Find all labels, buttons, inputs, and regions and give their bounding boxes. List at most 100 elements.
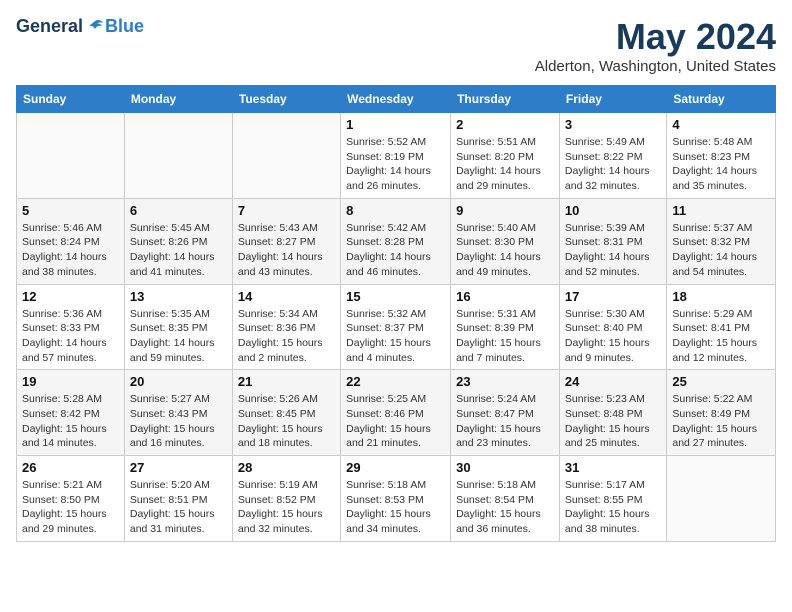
weekday-header: Monday [124,86,232,113]
day-number: 2 [456,117,554,132]
day-number: 25 [672,374,770,389]
day-info: Sunrise: 5:49 AM Sunset: 8:22 PM Dayligh… [565,135,661,194]
calendar-cell: 17 Sunrise: 5:30 AM Sunset: 8:40 PM Dayli… [559,284,666,370]
calendar-cell: 19 Sunrise: 5:28 AM Sunset: 8:42 PM Dayli… [17,370,125,456]
day-info: Sunrise: 5:51 AM Sunset: 8:20 PM Dayligh… [456,135,554,194]
calendar-cell: 16 Sunrise: 5:31 AM Sunset: 8:39 PM Dayli… [451,284,560,370]
day-number: 28 [238,460,335,475]
day-number: 15 [346,289,445,304]
day-info: Sunrise: 5:18 AM Sunset: 8:53 PM Dayligh… [346,478,445,537]
day-info: Sunrise: 5:39 AM Sunset: 8:31 PM Dayligh… [565,221,661,280]
day-info: Sunrise: 5:34 AM Sunset: 8:36 PM Dayligh… [238,307,335,366]
calendar-cell: 30Sunrise: 5:18 AM Sunset: 8:54 PM Dayli… [451,456,560,542]
calendar-cell: 18Sunrise: 5:29 AM Sunset: 8:41 PM Dayli… [667,284,776,370]
day-info: Sunrise: 5:36 AM Sunset: 8:33 PM Dayligh… [22,307,119,366]
calendar-week-row: 5 Sunrise: 5:46 AM Sunset: 8:24 PM Daylig… [17,198,776,284]
day-number: 14 [238,289,335,304]
day-number: 3 [565,117,661,132]
day-number: 1 [346,117,445,132]
day-number: 6 [130,203,227,218]
calendar-cell: 2 Sunrise: 5:51 AM Sunset: 8:20 PM Daylig… [451,113,560,199]
calendar-cell: 14 Sunrise: 5:34 AM Sunset: 8:36 PM Dayli… [232,284,340,370]
calendar-cell: 26 Sunrise: 5:21 AM Sunset: 8:50 PM Dayli… [17,456,125,542]
day-info: Sunrise: 5:21 AM Sunset: 8:50 PM Dayligh… [22,478,119,537]
calendar-cell: 25 Sunrise: 5:22 AM Sunset: 8:49 PM Dayli… [667,370,776,456]
weekday-header: Friday [559,86,666,113]
day-info: Sunrise: 5:24 AM Sunset: 8:47 PM Dayligh… [456,392,554,451]
calendar-cell: 28 Sunrise: 5:19 AM Sunset: 8:52 PM Dayli… [232,456,340,542]
calendar-cell: 29 Sunrise: 5:18 AM Sunset: 8:53 PM Dayli… [341,456,451,542]
day-info: Sunrise: 5:32 AM Sunset: 8:37 PM Dayligh… [346,307,445,366]
day-info: Sunrise: 5:52 AM Sunset: 8:19 PM Dayligh… [346,135,445,194]
day-info: Sunrise: 5:20 AM Sunset: 8:51 PM Dayligh… [130,478,227,537]
calendar-week-row: 1 Sunrise: 5:52 AM Sunset: 8:19 PM Daylig… [17,113,776,199]
month-title: May 2024 [535,16,776,58]
day-number: 4 [672,117,770,132]
calendar-cell: 23 Sunrise: 5:24 AM Sunset: 8:47 PM Dayli… [451,370,560,456]
calendar-cell: 1 Sunrise: 5:52 AM Sunset: 8:19 PM Daylig… [341,113,451,199]
day-info: Sunrise: 5:43 AM Sunset: 8:27 PM Dayligh… [238,221,335,280]
calendar-cell: 7Sunrise: 5:43 AM Sunset: 8:27 PM Daylig… [232,198,340,284]
day-number: 17 [565,289,661,304]
weekday-header: Saturday [667,86,776,113]
weekday-header: Wednesday [341,86,451,113]
day-number: 10 [565,203,661,218]
page-header: General Blue May 2024 Alderton, Washingt… [16,16,776,75]
day-info: Sunrise: 5:42 AM Sunset: 8:28 PM Dayligh… [346,221,445,280]
day-number: 23 [456,374,554,389]
day-number: 5 [22,203,119,218]
day-number: 12 [22,289,119,304]
calendar-week-row: 12 Sunrise: 5:36 AM Sunset: 8:33 PM Dayli… [17,284,776,370]
day-number: 18 [672,289,770,304]
calendar-cell [667,456,776,542]
calendar-cell: 9Sunrise: 5:40 AM Sunset: 8:30 PM Daylig… [451,198,560,284]
day-info: Sunrise: 5:25 AM Sunset: 8:46 PM Dayligh… [346,392,445,451]
day-info: Sunrise: 5:46 AM Sunset: 8:24 PM Dayligh… [22,221,119,280]
day-number: 27 [130,460,227,475]
calendar-cell: 22 Sunrise: 5:25 AM Sunset: 8:46 PM Dayli… [341,370,451,456]
day-info: Sunrise: 5:22 AM Sunset: 8:49 PM Dayligh… [672,392,770,451]
day-number: 16 [456,289,554,304]
calendar-cell: 5 Sunrise: 5:46 AM Sunset: 8:24 PM Daylig… [17,198,125,284]
day-info: Sunrise: 5:37 AM Sunset: 8:32 PM Dayligh… [672,221,770,280]
calendar-cell: 4 Sunrise: 5:48 AM Sunset: 8:23 PM Daylig… [667,113,776,199]
calendar-cell: 15 Sunrise: 5:32 AM Sunset: 8:37 PM Dayli… [341,284,451,370]
day-number: 24 [565,374,661,389]
day-number: 22 [346,374,445,389]
day-info: Sunrise: 5:28 AM Sunset: 8:42 PM Dayligh… [22,392,119,451]
calendar-cell: 24 Sunrise: 5:23 AM Sunset: 8:48 PM Dayli… [559,370,666,456]
calendar-table: SundayMondayTuesdayWednesdayThursdayFrid… [16,85,776,542]
calendar-cell: 8 Sunrise: 5:42 AM Sunset: 8:28 PM Daylig… [341,198,451,284]
day-info: Sunrise: 5:30 AM Sunset: 8:40 PM Dayligh… [565,307,661,366]
weekday-header: Thursday [451,86,560,113]
day-number: 31 [565,460,661,475]
day-info: Sunrise: 5:27 AM Sunset: 8:43 PM Dayligh… [130,392,227,451]
day-info: Sunrise: 5:48 AM Sunset: 8:23 PM Dayligh… [672,135,770,194]
location-title: Alderton, Washington, United States [535,58,776,75]
day-info: Sunrise: 5:17 AM Sunset: 8:55 PM Dayligh… [565,478,661,537]
calendar-cell: 10 Sunrise: 5:39 AM Sunset: 8:31 PM Dayli… [559,198,666,284]
calendar-cell: 3 Sunrise: 5:49 AM Sunset: 8:22 PM Daylig… [559,113,666,199]
calendar-cell: 6Sunrise: 5:45 AM Sunset: 8:26 PM Daylig… [124,198,232,284]
day-info: Sunrise: 5:23 AM Sunset: 8:48 PM Dayligh… [565,392,661,451]
calendar-cell: 12 Sunrise: 5:36 AM Sunset: 8:33 PM Dayli… [17,284,125,370]
day-info: Sunrise: 5:31 AM Sunset: 8:39 PM Dayligh… [456,307,554,366]
calendar-header: SundayMondayTuesdayWednesdayThursdayFrid… [17,86,776,113]
calendar-cell: 20 Sunrise: 5:27 AM Sunset: 8:43 PM Dayli… [124,370,232,456]
day-number: 21 [238,374,335,389]
calendar-cell: 13Sunrise: 5:35 AM Sunset: 8:35 PM Dayli… [124,284,232,370]
day-number: 8 [346,203,445,218]
calendar-week-row: 19 Sunrise: 5:28 AM Sunset: 8:42 PM Dayli… [17,370,776,456]
day-number: 19 [22,374,119,389]
day-number: 26 [22,460,119,475]
calendar-cell [17,113,125,199]
calendar-cell [232,113,340,199]
day-number: 20 [130,374,227,389]
day-info: Sunrise: 5:19 AM Sunset: 8:52 PM Dayligh… [238,478,335,537]
day-number: 29 [346,460,445,475]
day-number: 11 [672,203,770,218]
day-number: 30 [456,460,554,475]
day-number: 13 [130,289,227,304]
title-block: May 2024 Alderton, Washington, United St… [535,16,776,75]
logo-general-text: General [16,16,83,37]
